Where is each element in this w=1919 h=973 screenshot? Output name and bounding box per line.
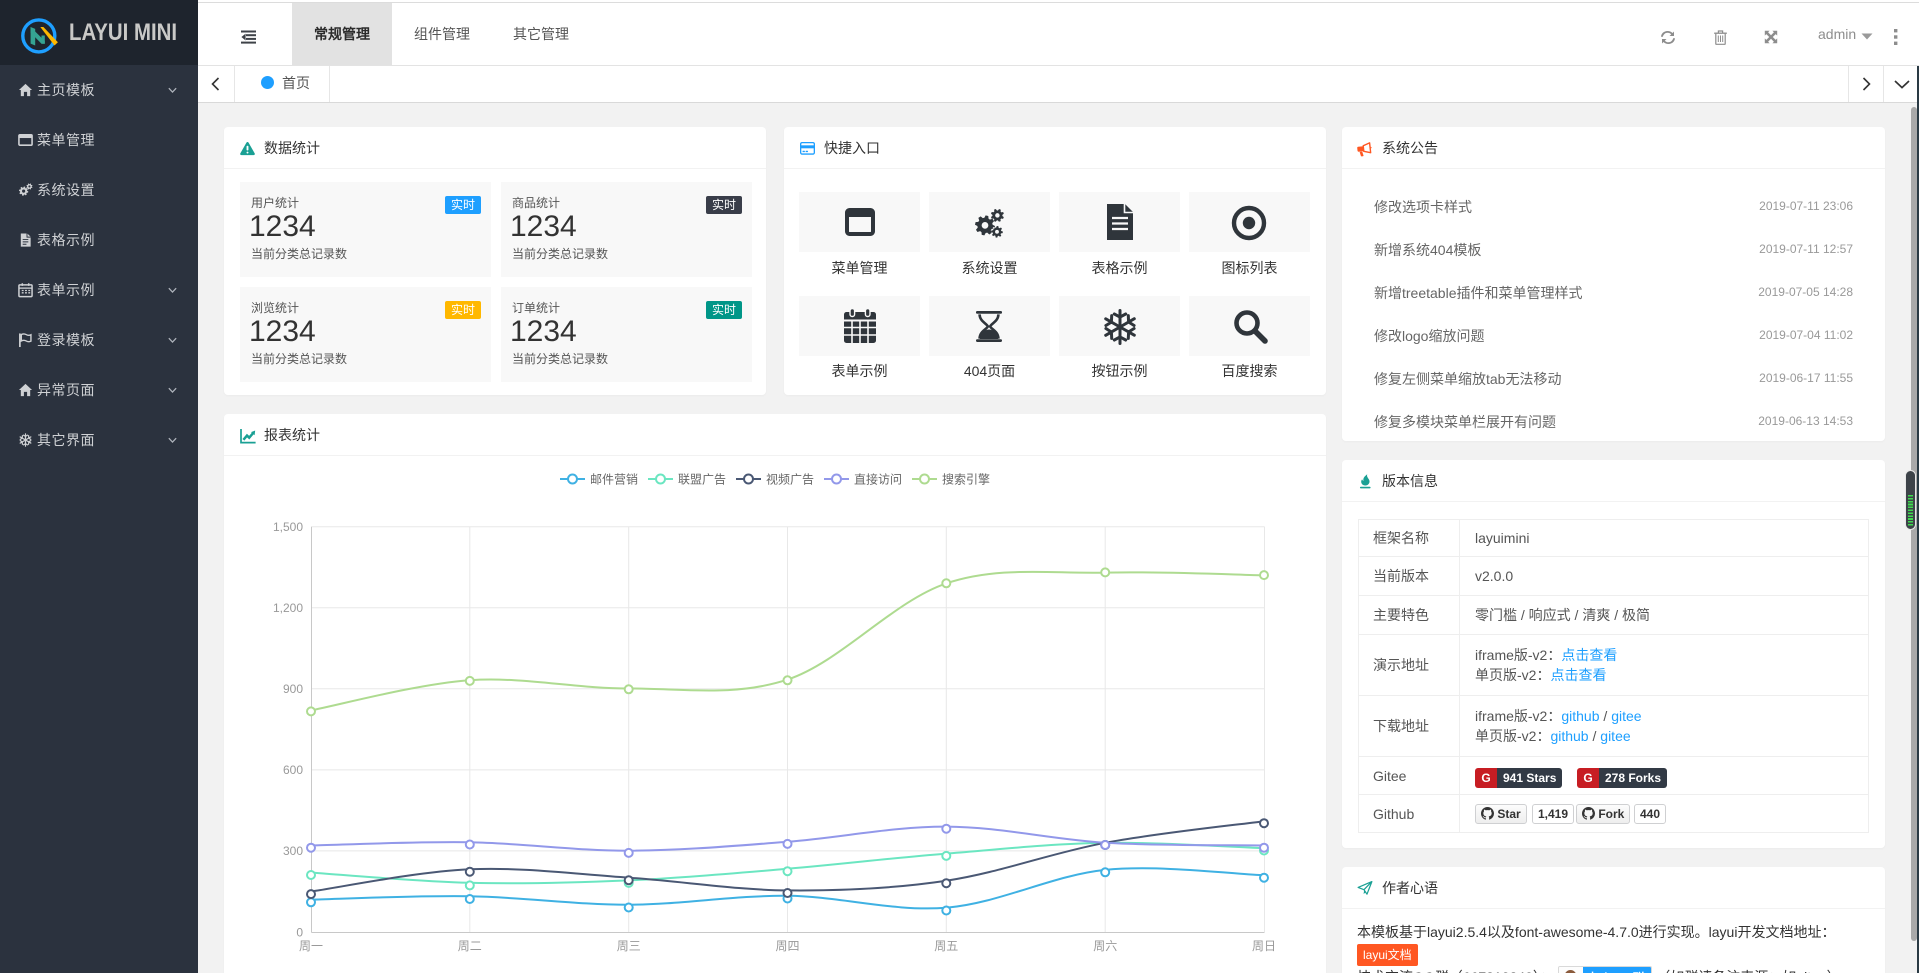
svg-text:直接访问: 直接访问 (854, 472, 902, 487)
svg-text:周六: 周六 (1093, 939, 1117, 953)
svg-text:0: 0 (296, 925, 303, 939)
svg-text:周三: 周三 (617, 939, 641, 953)
svg-text:600: 600 (283, 763, 303, 777)
svg-text:周二: 周二 (458, 939, 482, 953)
svg-text:周日: 周日 (1252, 939, 1276, 953)
svg-text:1,200: 1,200 (273, 601, 303, 615)
svg-text:视频广告: 视频广告 (766, 472, 814, 487)
svg-text:LAYUI MINI: LAYUI MINI (69, 20, 177, 46)
svg-text:周四: 周四 (775, 939, 799, 953)
svg-text:周一: 周一 (299, 939, 323, 953)
svg-text:300: 300 (283, 844, 303, 858)
svg-text:1,500: 1,500 (273, 520, 303, 534)
svg-text:搜索引擎: 搜索引擎 (942, 472, 990, 487)
svg-text:联盟广告: 联盟广告 (678, 473, 726, 487)
svg-text:900: 900 (283, 682, 303, 696)
svg-text:周五: 周五 (934, 939, 958, 953)
svg-text:邮件营销: 邮件营销 (590, 473, 638, 487)
